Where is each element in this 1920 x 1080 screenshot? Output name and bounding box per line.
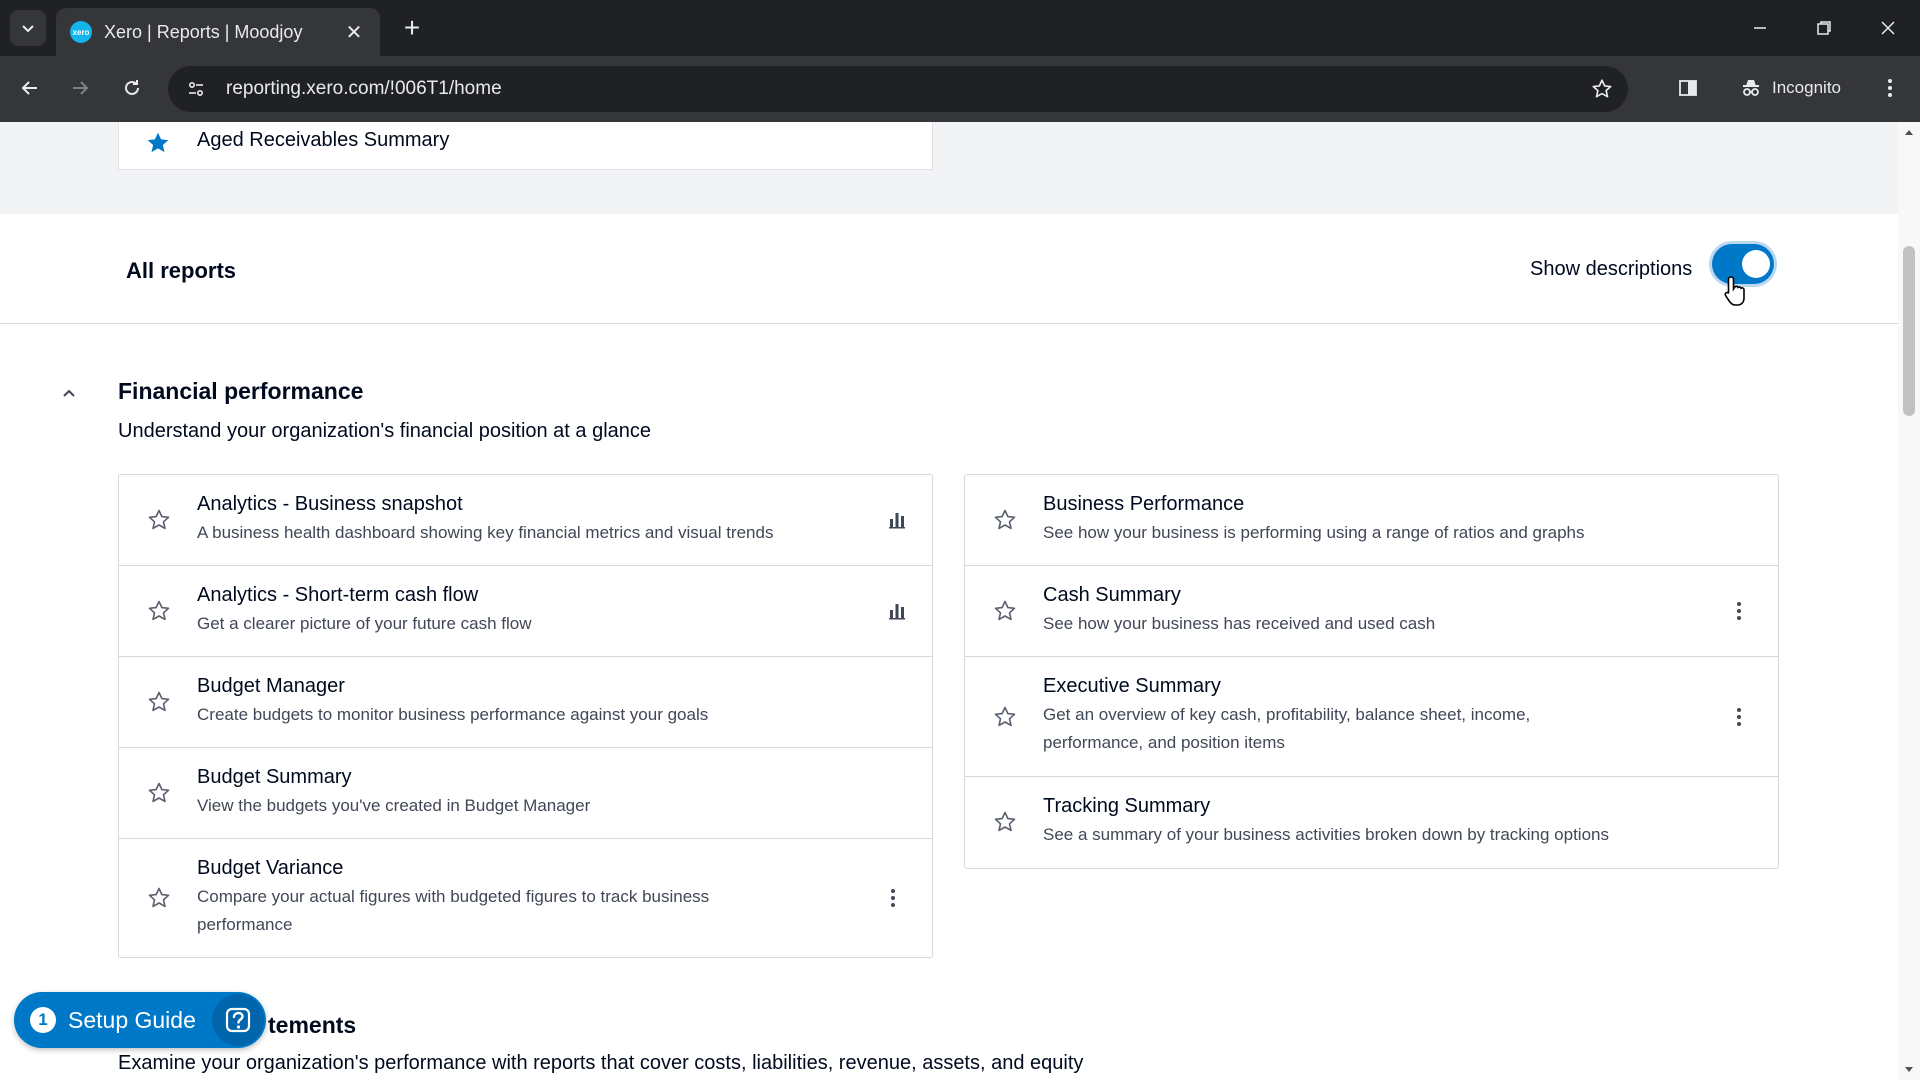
reports-column-right: Business Performance See how your busine… [964,474,1779,869]
star-icon[interactable] [145,597,173,625]
reload-icon [125,80,139,95]
page-scrollbar[interactable] [1898,122,1920,1080]
scroll-down-arrow-icon[interactable] [1904,1066,1914,1074]
report-row-analytics-short-term-cash-flow[interactable]: Analytics - Short-term cash flow Get a c… [119,566,932,657]
report-description: See how your business is performing usin… [1043,523,1585,542]
section-title-financial-performance: Financial performance [118,378,364,404]
star-icon[interactable] [991,506,1019,534]
report-title[interactable]: Executive Summary [1043,675,1221,698]
star-icon[interactable] [145,688,173,716]
page-viewport: Aged Receivables Summary All reports Sho… [0,122,1920,1080]
report-row-analytics-business-snapshot[interactable]: Analytics - Business snapshot A business… [119,475,932,566]
setup-guide-count-badge: 1 [30,1007,56,1033]
minimize-icon[interactable] [1740,10,1780,46]
report-row-budget-variance[interactable]: Budget Variance Compare your actual figu… [119,839,932,957]
report-title[interactable]: Business Performance [1043,493,1244,516]
restore-icon[interactable] [1804,10,1844,46]
back-button[interactable] [12,70,48,106]
report-description: Get a clearer picture of your future cas… [197,614,532,633]
url-text[interactable]: reporting.xero.com/!006T1/home [226,78,1582,100]
incognito-indicator[interactable]: Incognito [1726,68,1855,108]
star-icon[interactable] [145,506,173,534]
setup-guide-button[interactable]: 1 Setup Guide [14,992,266,1048]
scroll-up-arrow-icon[interactable] [1904,128,1914,136]
all-reports-header: All reports Show descriptions [0,214,1898,324]
report-row-cash-summary[interactable]: Cash Summary See how your business has r… [965,566,1778,657]
chevron-down-icon [22,25,34,33]
setup-guide-label: Setup Guide [68,1006,196,1033]
address-bar[interactable]: reporting.xero.com/!006T1/home [168,66,1628,112]
browser-tab-strip: xero Xero | Reports | Moodjoy ✕ + [0,0,1920,56]
report-title[interactable]: Analytics - Short-term cash flow [197,584,478,607]
all-reports-title: All reports [126,258,237,283]
star-icon[interactable] [991,703,1019,731]
favorite-report-card[interactable]: Aged Receivables Summary [118,122,933,170]
side-panel-icon[interactable] [1670,70,1706,106]
report-title[interactable]: Budget Variance [197,857,343,880]
report-title[interactable]: Budget Summary [197,766,352,789]
bookmark-star-icon[interactable] [1582,69,1622,109]
pointer-cursor-icon [1724,276,1745,306]
browser-tab[interactable]: xero Xero | Reports | Moodjoy ✕ [56,8,380,56]
report-title[interactable]: Budget Manager [197,675,345,698]
bar-chart-icon [882,505,912,535]
report-row-budget-summary[interactable]: Budget Summary View the budgets you've c… [119,748,932,839]
report-description: Get an overview of key cash, profitabili… [1043,705,1531,752]
star-icon[interactable] [145,779,173,807]
chevron-up-icon [63,389,75,397]
browser-toolbar: reporting.xero.com/!006T1/home Incognito [0,56,1920,122]
report-title[interactable]: Cash Summary [1043,584,1181,607]
star-icon[interactable] [991,808,1019,836]
report-description: Compare your actual figures with budgete… [197,887,710,934]
arrow-left-icon [21,81,37,95]
incognito-label: Incognito [1772,78,1841,97]
filled-star-icon[interactable] [145,130,171,156]
tab-search-button[interactable] [10,10,46,46]
report-row-budget-manager[interactable]: Budget Manager Create budgets to monitor… [119,657,932,748]
star-icon[interactable] [991,597,1019,625]
report-row-executive-summary[interactable]: Executive Summary Get an overview of key… [965,657,1778,777]
report-description: A business health dashboard showing key … [197,523,774,542]
section-title-statements: tements [268,1012,357,1038]
report-title[interactable]: Tracking Summary [1043,795,1210,818]
reload-button[interactable] [114,70,150,106]
report-description: See how your business has received and u… [1043,614,1436,633]
star-icon[interactable] [145,884,173,912]
section-description-statements: Examine your organization's performance … [118,1052,1084,1074]
more-options-icon[interactable] [878,883,908,913]
collapse-section-button[interactable] [56,380,82,406]
tab-close-icon[interactable]: ✕ [342,20,366,45]
bar-chart-icon [882,596,912,626]
help-icon[interactable] [212,994,264,1046]
site-info-icon[interactable] [176,69,216,109]
forward-button[interactable] [62,70,98,106]
scrollbar-thumb[interactable] [1903,246,1915,416]
favorite-report-label[interactable]: Aged Receivables Summary [197,129,449,152]
incognito-icon [1743,80,1759,96]
report-description: See a summary of your business activitie… [1043,825,1609,844]
report-title[interactable]: Analytics - Business snapshot [197,493,463,516]
section-description: Understand your organization's financial… [118,420,652,442]
close-window-icon[interactable] [1868,10,1908,46]
report-description: View the budgets you've created in Budge… [197,796,591,815]
xero-favicon-icon: xero [70,21,92,43]
reports-column-left: Analytics - Business snapshot A business… [118,474,933,958]
report-row-tracking-summary[interactable]: Tracking Summary See a summary of your b… [965,777,1778,868]
report-description: Create budgets to monitor business perfo… [197,705,709,724]
report-row-business-performance[interactable]: Business Performance See how your busine… [965,475,1778,566]
show-descriptions-label: Show descriptions [1530,258,1693,280]
browser-menu-icon[interactable] [1872,70,1908,106]
new-tab-button[interactable]: + [396,12,428,44]
arrow-right-icon [73,81,89,95]
more-options-icon[interactable] [1724,596,1754,626]
tab-title: Xero | Reports | Moodjoy [104,21,303,42]
more-options-icon[interactable] [1724,702,1754,732]
